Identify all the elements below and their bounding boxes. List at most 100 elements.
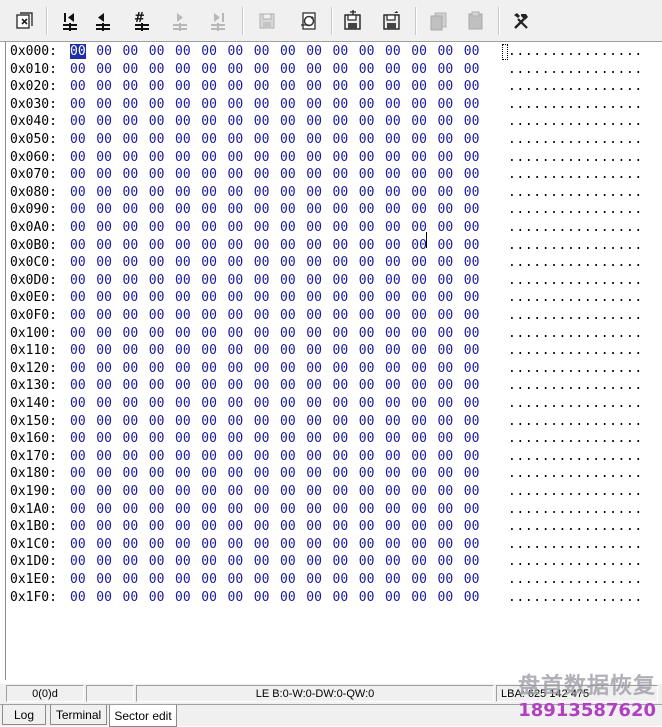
- hex-byte[interactable]: 00: [333, 449, 349, 464]
- hex-byte[interactable]: 00: [228, 255, 244, 270]
- hex-byte[interactable]: 00: [96, 202, 112, 217]
- hex-byte[interactable]: 00: [175, 431, 191, 446]
- hex-byte[interactable]: 00: [201, 185, 217, 200]
- hex-byte[interactable]: 00: [464, 185, 480, 200]
- hex-byte[interactable]: 00: [306, 343, 322, 358]
- hex-byte[interactable]: 00: [254, 255, 270, 270]
- ascii-column[interactable]: ................: [508, 326, 643, 341]
- hex-byte[interactable]: 00: [333, 202, 349, 217]
- hex-byte[interactable]: 00: [385, 378, 401, 393]
- hex-byte[interactable]: 00: [385, 114, 401, 129]
- hex-byte[interactable]: 00: [254, 502, 270, 517]
- hex-byte[interactable]: 00: [464, 414, 480, 429]
- hex-byte[interactable]: 00: [175, 255, 191, 270]
- hex-byte[interactable]: 00: [411, 343, 427, 358]
- hex-byte[interactable]: 00: [254, 132, 270, 147]
- tab-log[interactable]: Log: [2, 705, 46, 725]
- hex-byte[interactable]: 00: [201, 378, 217, 393]
- hex-byte[interactable]: 00: [123, 308, 139, 323]
- hex-byte[interactable]: 00: [359, 537, 375, 552]
- hex-byte[interactable]: 00: [438, 255, 454, 270]
- ascii-column[interactable]: ................: [508, 150, 643, 165]
- hex-byte[interactable]: 00: [464, 255, 480, 270]
- copy-button[interactable]: [423, 6, 453, 36]
- hex-byte[interactable]: 00: [306, 466, 322, 481]
- hex-byte[interactable]: 00: [228, 132, 244, 147]
- hex-byte[interactable]: 00: [70, 62, 86, 77]
- hex-byte[interactable]: 00: [70, 466, 86, 481]
- hex-byte[interactable]: 00: [228, 449, 244, 464]
- hex-byte[interactable]: 00: [359, 44, 375, 59]
- hex-byte[interactable]: 00: [280, 238, 296, 253]
- hex-byte[interactable]: 00: [123, 343, 139, 358]
- hex-byte[interactable]: 00: [254, 290, 270, 305]
- hex-byte[interactable]: 00: [464, 202, 480, 217]
- hex-byte[interactable]: 00: [411, 202, 427, 217]
- hex-byte[interactable]: 00: [70, 519, 86, 534]
- hex-byte[interactable]: 00: [96, 185, 112, 200]
- ascii-column[interactable]: ................: [508, 79, 643, 94]
- hex-byte[interactable]: 00: [280, 114, 296, 129]
- hex-byte[interactable]: 00: [359, 378, 375, 393]
- ascii-column[interactable]: ................: [508, 537, 643, 552]
- hex-byte[interactable]: 00: [123, 449, 139, 464]
- hex-byte[interactable]: 00: [201, 554, 217, 569]
- paste-button[interactable]: [460, 6, 490, 36]
- ascii-column[interactable]: ................: [508, 343, 643, 358]
- hex-byte[interactable]: 00: [201, 519, 217, 534]
- hex-byte[interactable]: 00: [254, 220, 270, 235]
- hex-byte[interactable]: 00: [411, 44, 427, 59]
- hex-byte[interactable]: 00: [306, 62, 322, 77]
- hex-byte[interactable]: 00: [96, 466, 112, 481]
- hex-byte[interactable]: 00: [464, 361, 480, 376]
- hex-byte[interactable]: 00: [306, 396, 322, 411]
- hex-byte[interactable]: 00: [70, 572, 86, 587]
- hex-byte[interactable]: 00: [96, 431, 112, 446]
- hex-byte[interactable]: 00: [385, 308, 401, 323]
- hex-byte[interactable]: 00: [175, 114, 191, 129]
- hex-byte[interactable]: 00: [438, 167, 454, 182]
- hex-byte[interactable]: 00: [411, 361, 427, 376]
- hex-byte[interactable]: 00: [201, 97, 217, 112]
- hex-byte[interactable]: 00: [70, 79, 86, 94]
- hex-byte[interactable]: 00: [96, 132, 112, 147]
- hex-byte[interactable]: 00: [228, 502, 244, 517]
- read-sector-button[interactable]: [337, 6, 367, 36]
- hex-byte[interactable]: 00: [385, 273, 401, 288]
- hex-byte[interactable]: 00: [123, 361, 139, 376]
- hex-byte[interactable]: 00: [333, 62, 349, 77]
- ascii-column[interactable]: ................: [508, 220, 643, 235]
- hex-byte[interactable]: 00: [228, 202, 244, 217]
- hex-byte[interactable]: 00: [385, 220, 401, 235]
- hex-byte[interactable]: 00: [385, 449, 401, 464]
- hex-byte[interactable]: 00: [175, 519, 191, 534]
- hex-byte[interactable]: 00: [228, 114, 244, 129]
- hex-byte[interactable]: 00: [333, 132, 349, 147]
- hex-byte[interactable]: 00: [228, 62, 244, 77]
- hex-byte[interactable]: 00: [306, 519, 322, 534]
- hex-byte[interactable]: 00: [464, 290, 480, 305]
- hex-byte[interactable]: 00: [464, 396, 480, 411]
- hex-byte[interactable]: 00: [438, 431, 454, 446]
- hex-byte[interactable]: 00: [464, 44, 480, 59]
- hex-byte[interactable]: 00: [149, 343, 165, 358]
- hex-byte[interactable]: 00: [306, 554, 322, 569]
- hex-byte[interactable]: 00: [306, 44, 322, 59]
- hex-byte[interactable]: 00: [333, 308, 349, 323]
- hex-byte[interactable]: 00: [280, 220, 296, 235]
- hex-byte[interactable]: 00: [359, 343, 375, 358]
- hex-byte[interactable]: 00: [333, 273, 349, 288]
- hex-byte[interactable]: 00: [70, 150, 86, 165]
- hex-byte[interactable]: 00: [385, 44, 401, 59]
- ascii-column[interactable]: ................: [508, 519, 643, 534]
- hex-byte[interactable]: 00: [123, 167, 139, 182]
- hex-byte[interactable]: 00: [149, 202, 165, 217]
- hex-byte[interactable]: 00: [280, 554, 296, 569]
- hex-byte[interactable]: 00: [201, 220, 217, 235]
- hex-byte[interactable]: 00: [438, 273, 454, 288]
- hex-byte[interactable]: 00: [385, 502, 401, 517]
- hex-byte[interactable]: 00: [228, 185, 244, 200]
- hex-byte[interactable]: 00: [149, 114, 165, 129]
- hex-byte[interactable]: 00: [228, 572, 244, 587]
- hex-byte[interactable]: 00: [438, 114, 454, 129]
